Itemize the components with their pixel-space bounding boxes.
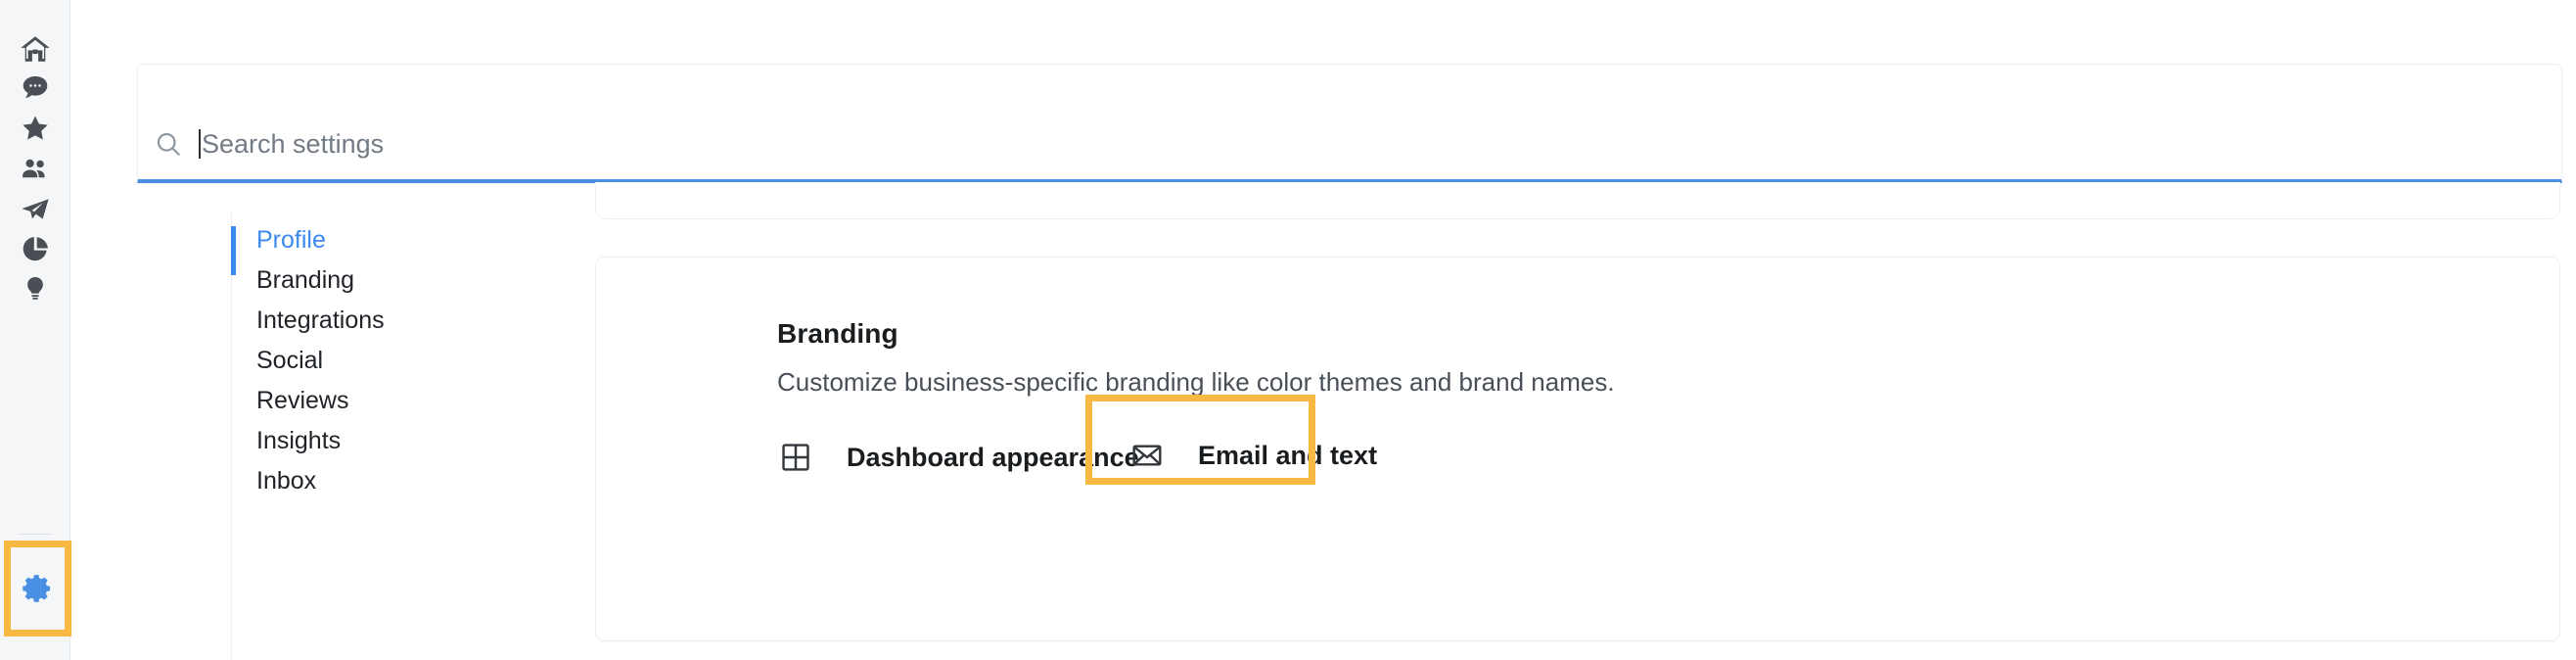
sidebar-item-branding[interactable]: Branding — [231, 260, 574, 301]
upper-card-edge — [595, 182, 2560, 219]
nav-item-label: Social — [256, 347, 324, 374]
text-caret — [199, 129, 201, 159]
grid-icon — [774, 436, 817, 479]
search-input[interactable] — [202, 128, 2561, 160]
search-row — [138, 116, 2561, 172]
sidebar-item-profile[interactable]: Profile — [231, 220, 574, 275]
branding-card: Branding Customize business-specific bra… — [595, 257, 2560, 641]
send-icon[interactable] — [0, 189, 70, 228]
lightbulb-icon[interactable] — [0, 269, 70, 308]
nav-item-label: Profile — [256, 226, 326, 254]
nav-item-label: Insights — [256, 427, 342, 454]
page-title: Branding — [777, 318, 898, 349]
nav-item-label: Reviews — [256, 387, 349, 414]
settings-section-nav: Profile Branding Integrations Social Rev… — [231, 213, 574, 660]
chat-icon[interactable] — [0, 69, 70, 108]
rail-divider — [18, 534, 53, 535]
primary-icon-rail — [0, 0, 71, 660]
pie-chart-icon[interactable] — [0, 229, 70, 268]
sidebar-item-reviews[interactable]: Reviews — [231, 381, 574, 421]
nav-item-label: Integrations — [256, 306, 385, 334]
app-window: Profile Branding Integrations Social Rev… — [0, 0, 2576, 660]
email-and-text-highlight-annotation — [1085, 395, 1315, 485]
nav-item-label: Inbox — [256, 467, 317, 495]
sidebar-item-insights[interactable]: Insights — [231, 421, 574, 461]
people-icon[interactable] — [0, 149, 70, 188]
branding-description: Customize business-specific branding lik… — [777, 367, 1615, 397]
search-icon — [138, 129, 199, 159]
tile-dashboard-appearance[interactable]: Dashboard appearance — [774, 436, 1139, 479]
sidebar-item-inbox[interactable]: Inbox — [231, 461, 574, 501]
home-icon[interactable] — [0, 29, 70, 69]
nav-item-label: Branding — [256, 266, 355, 294]
star-icon[interactable] — [0, 109, 70, 148]
search-settings-bar[interactable] — [137, 64, 2562, 183]
settings-highlight-annotation — [4, 541, 71, 636]
sidebar-item-social[interactable]: Social — [231, 341, 574, 381]
sidebar-item-integrations[interactable]: Integrations — [231, 301, 574, 341]
